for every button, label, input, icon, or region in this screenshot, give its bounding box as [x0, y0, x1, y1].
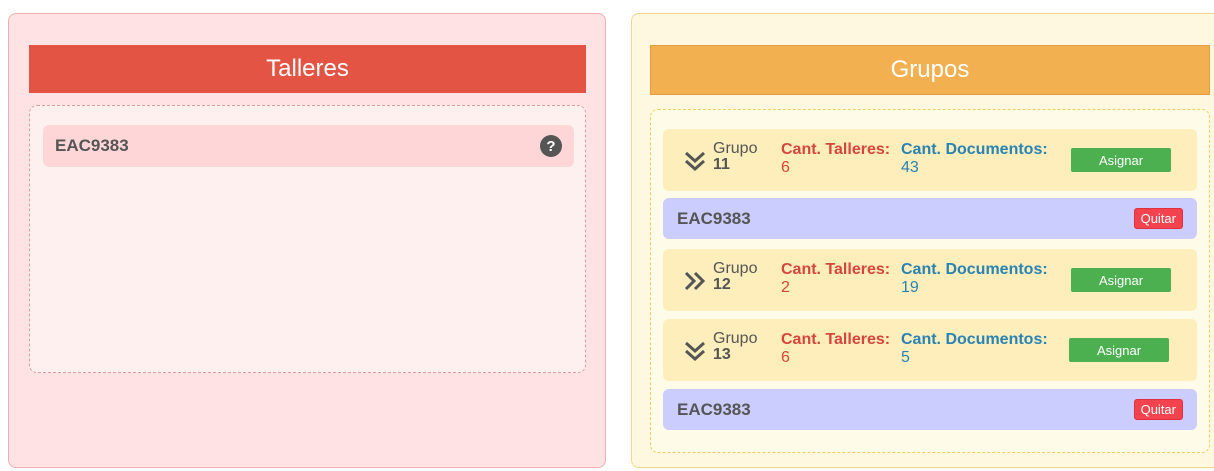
- assigned-taller-code: EAC9383: [677, 399, 751, 419]
- chevron-double-right-icon[interactable]: [682, 269, 708, 293]
- documentos-count-value: 43: [901, 159, 919, 176]
- talleres-dropzone[interactable]: EAC9383 ?: [29, 105, 586, 373]
- talleres-count-block: Cant. Talleres: 6: [781, 331, 890, 367]
- grupo-number: 13: [713, 346, 731, 363]
- asignar-button[interactable]: Asignar: [1071, 148, 1171, 172]
- talleres-count-value: 2: [781, 279, 790, 296]
- talleres-count-label: Cant. Talleres:: [781, 141, 891, 158]
- grupo-label: Grupo 13: [713, 331, 757, 363]
- taller-item[interactable]: EAC9383 ?: [43, 125, 574, 167]
- assigned-taller-code: EAC9383: [677, 208, 751, 228]
- talleres-count-label: Cant. Talleres:: [781, 261, 891, 278]
- documentos-count-label: Cant. Documentos:: [901, 331, 1048, 348]
- grupo-text: Grupo: [713, 330, 758, 347]
- assigned-taller-item[interactable]: EAC9383 Quitar: [663, 389, 1197, 430]
- grupo-number: 12: [713, 276, 731, 293]
- asignar-button[interactable]: Asignar: [1069, 338, 1169, 362]
- taller-code: EAC9383: [55, 136, 129, 155]
- documentos-count-value: 19: [901, 279, 919, 296]
- talleres-count-value: 6: [781, 349, 790, 366]
- grupo-text: Grupo: [713, 260, 758, 277]
- grupo-label: Grupo 11: [713, 141, 757, 173]
- talleres-panel: Talleres EAC9383 ?: [8, 13, 606, 468]
- documentos-count-block: Cant. Documentos: 43: [901, 141, 1048, 177]
- documentos-count-label: Cant. Documentos:: [901, 261, 1048, 278]
- quitar-button[interactable]: Quitar: [1133, 399, 1183, 420]
- documentos-count-value: 5: [901, 349, 910, 366]
- talleres-header: Talleres: [29, 45, 586, 93]
- chevron-double-down-icon[interactable]: [682, 339, 708, 363]
- group-card-12[interactable]: Grupo 12 Cant. Talleres: 2 Cant. Documen…: [663, 249, 1197, 311]
- asignar-button[interactable]: Asignar: [1071, 268, 1171, 292]
- documentos-count-block: Cant. Documentos: 19: [901, 261, 1048, 297]
- assigned-taller-item[interactable]: EAC9383 Quitar: [663, 198, 1197, 239]
- documentos-count-label: Cant. Documentos:: [901, 141, 1048, 158]
- grupos-header: Grupos: [650, 45, 1210, 95]
- talleres-count-block: Cant. Talleres: 6: [781, 141, 890, 177]
- question-circle-icon[interactable]: ?: [540, 135, 562, 157]
- grupos-panel: Grupos Grupo 11 Cant. Talleres: 6 Cant. …: [631, 13, 1214, 468]
- documentos-count-block: Cant. Documentos: 5: [901, 331, 1048, 367]
- grupos-dropzone: Grupo 11 Cant. Talleres: 6 Cant. Documen…: [650, 109, 1210, 453]
- grupo-number: 11: [713, 156, 730, 173]
- grupo-label: Grupo 12: [713, 261, 757, 293]
- talleres-count-value: 6: [781, 159, 790, 176]
- grupo-text: Grupo: [713, 140, 758, 157]
- group-card-13[interactable]: Grupo 13 Cant. Talleres: 6 Cant. Documen…: [663, 319, 1197, 381]
- quitar-button[interactable]: Quitar: [1133, 208, 1183, 229]
- talleres-count-label: Cant. Talleres:: [781, 331, 891, 348]
- group-card-11[interactable]: Grupo 11 Cant. Talleres: 6 Cant. Documen…: [663, 129, 1197, 191]
- talleres-count-block: Cant. Talleres: 2: [781, 261, 890, 297]
- chevron-double-down-icon[interactable]: [682, 149, 708, 173]
